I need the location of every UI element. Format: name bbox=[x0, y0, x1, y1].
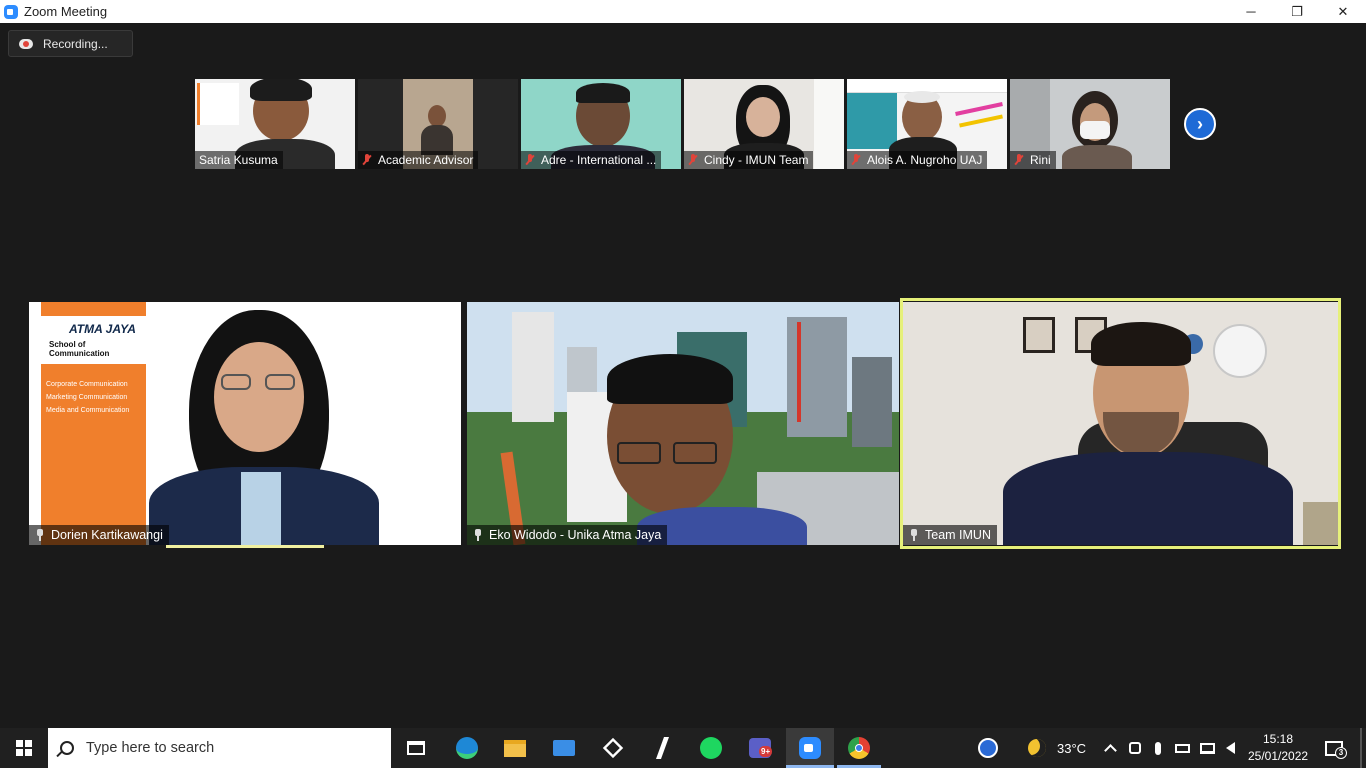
active-speaker-border bbox=[900, 298, 1341, 549]
recording-indicator[interactable]: Recording... bbox=[8, 30, 133, 57]
speaking-indicator bbox=[166, 545, 324, 548]
edge-browser-icon[interactable] bbox=[455, 736, 479, 760]
pin-icon bbox=[35, 529, 45, 541]
stack-app-icon[interactable] bbox=[650, 736, 674, 760]
notification-center-icon[interactable]: 3 bbox=[1322, 736, 1347, 760]
teams-notification-badge: 9+ bbox=[759, 746, 773, 757]
video-tile-dorien[interactable]: ATMA JAYA School of Communication Corpor… bbox=[29, 302, 461, 545]
restore-button[interactable]: ❐ bbox=[1274, 0, 1320, 23]
video-thumbnail-alois[interactable]: Alois A. Nugroho UAJ bbox=[847, 79, 1007, 169]
participant-name-tag: Academic Advisor bbox=[358, 151, 479, 169]
microsoft-teams-icon[interactable]: 9+ bbox=[748, 736, 773, 760]
taskbar-clock[interactable]: 15:18 25/01/2022 bbox=[1248, 731, 1308, 765]
volume-icon[interactable] bbox=[1218, 736, 1242, 760]
next-page-chevron-icon[interactable]: › bbox=[1184, 108, 1216, 140]
dropbox-icon[interactable] bbox=[601, 736, 625, 760]
minimize-button[interactable]: ─ bbox=[1228, 0, 1274, 23]
taskbar-search-box[interactable]: Type here to search bbox=[48, 728, 391, 768]
participant-name-tag: Cindy - IMUN Team bbox=[684, 151, 814, 169]
mic-muted-icon bbox=[688, 154, 698, 166]
task-view-icon[interactable] bbox=[404, 736, 428, 760]
participant-name-tag: Eko Widodo - Unika Atma Jaya bbox=[467, 525, 668, 545]
recording-cloud-icon bbox=[19, 38, 33, 49]
video-tile-eko[interactable]: Eko Widodo - Unika Atma Jaya bbox=[467, 302, 899, 545]
search-icon bbox=[60, 741, 74, 755]
zoom-app-icon bbox=[4, 4, 18, 19]
participant-name-tag: Rini bbox=[1010, 151, 1056, 169]
help-icon[interactable] bbox=[976, 736, 1000, 760]
clock-date: 25/01/2022 bbox=[1248, 749, 1309, 763]
search-placeholder: Type here to search bbox=[86, 740, 215, 756]
windows-logo-icon bbox=[16, 740, 32, 756]
camera-tray-icon[interactable] bbox=[1123, 736, 1147, 760]
clock-time: 15:18 bbox=[1262, 732, 1294, 746]
mic-muted-icon bbox=[525, 154, 535, 166]
weather-moon-icon bbox=[1025, 736, 1049, 760]
spotify-icon[interactable] bbox=[699, 736, 723, 760]
mic-muted-icon bbox=[851, 154, 861, 166]
zoom-app-taskbar-icon[interactable] bbox=[798, 736, 822, 760]
participant-name-tag: Dorien Kartikawangi bbox=[29, 525, 169, 545]
participant-name-tag: Satria Kusuma bbox=[195, 151, 283, 169]
participant-name-tag: Alois A. Nugroho UAJ bbox=[847, 151, 988, 169]
video-thumbnail-cindy[interactable]: Cindy - IMUN Team bbox=[684, 79, 844, 169]
mail-icon[interactable] bbox=[552, 736, 576, 760]
slide-logo: ATMA JAYA School of Communication bbox=[41, 316, 146, 364]
title-bar: Zoom Meeting ─ ❐ ✕ bbox=[0, 0, 1366, 23]
video-thumbnail-academic-advisor[interactable]: Academic Advisor bbox=[358, 79, 518, 169]
battery-icon[interactable] bbox=[1170, 736, 1194, 760]
file-explorer-icon[interactable] bbox=[503, 736, 527, 760]
start-button[interactable] bbox=[0, 728, 48, 768]
close-button[interactable]: ✕ bbox=[1320, 0, 1366, 23]
notification-count-badge: 3 bbox=[1335, 746, 1347, 759]
participant-name-tag: Adre - International ... bbox=[521, 151, 662, 169]
chrome-icon[interactable] bbox=[847, 736, 871, 760]
microphone-icon[interactable] bbox=[1146, 736, 1170, 760]
window-title: Zoom Meeting bbox=[24, 4, 108, 19]
mic-muted-icon bbox=[362, 154, 372, 166]
mic-muted-icon bbox=[1014, 154, 1024, 166]
pin-icon bbox=[473, 529, 483, 541]
tray-chevron-up-icon[interactable] bbox=[1098, 736, 1122, 760]
show-desktop-button[interactable] bbox=[1360, 728, 1362, 768]
network-icon[interactable] bbox=[1195, 736, 1219, 760]
recording-label: Recording... bbox=[43, 36, 108, 51]
video-thumbnail-rini[interactable]: Rini bbox=[1010, 79, 1170, 169]
video-thumbnail-adre[interactable]: Adre - International ... bbox=[521, 79, 681, 169]
slide-programs: Corporate Communication Marketing Commun… bbox=[46, 381, 130, 414]
weather-temperature[interactable]: 33°C bbox=[1057, 741, 1086, 756]
video-thumbnail-satria[interactable]: Satria Kusuma bbox=[195, 79, 355, 169]
